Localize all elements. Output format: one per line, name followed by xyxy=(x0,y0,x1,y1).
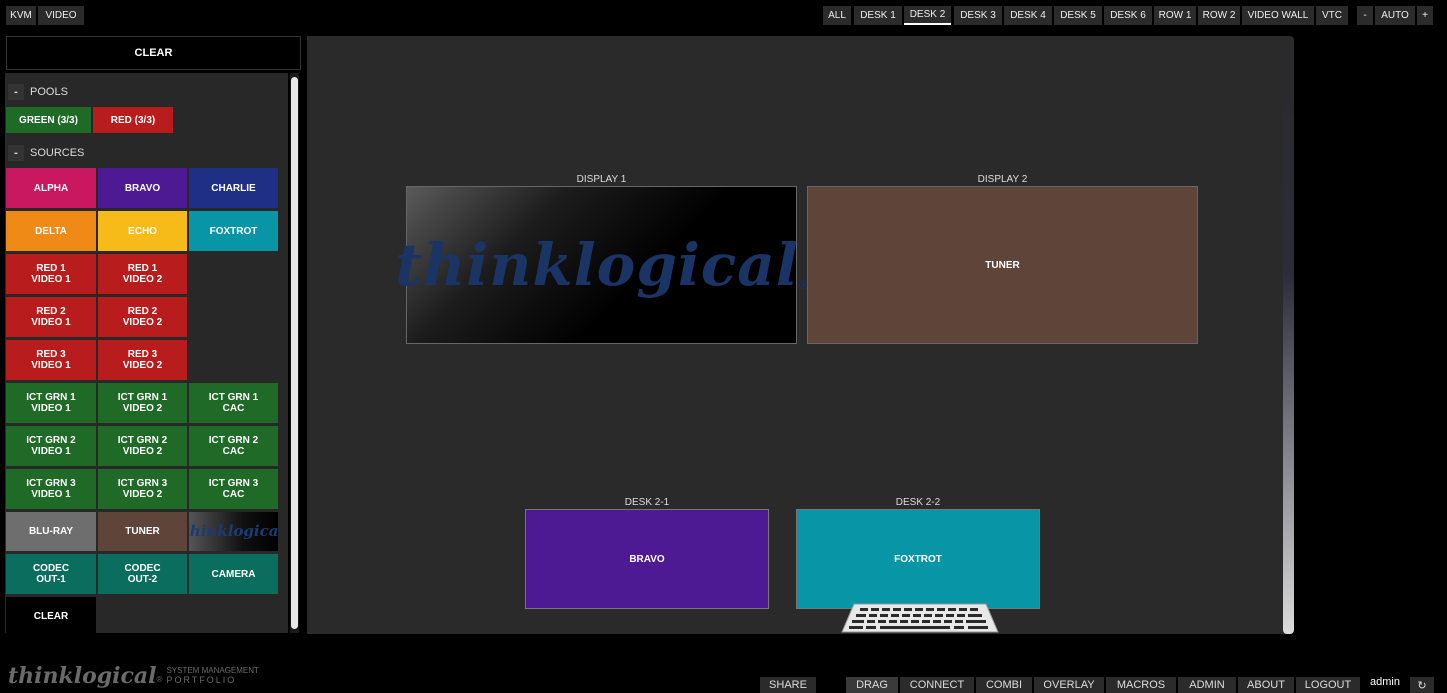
tab-desk-1[interactable]: DESK 1 xyxy=(854,6,902,25)
source-alpha[interactable]: ALPHA xyxy=(6,168,96,208)
source-thinklogical[interactable]: thinklogical xyxy=(189,512,278,551)
mode-combi-button[interactable]: COMBI xyxy=(976,677,1032,693)
tab-desk-3[interactable]: DESK 3 xyxy=(954,6,1002,25)
thinklogical-display-logo: thinklogical xyxy=(395,230,799,299)
tab-video-wall[interactable]: VIDEO WALL xyxy=(1242,6,1314,25)
collapse-sources-icon[interactable]: - xyxy=(8,145,24,161)
source-ict-grn-2-video-2[interactable]: ICT GRN 2 VIDEO 2 xyxy=(98,426,187,466)
tab-desk-6[interactable]: DESK 6 xyxy=(1104,6,1152,25)
source-codec-out-2[interactable]: CODEC OUT-2 xyxy=(98,554,187,594)
tab-row-1[interactable]: ROW 1 xyxy=(1154,6,1196,25)
display-1[interactable]: thinklogical ® xyxy=(395,186,808,344)
tab-all[interactable]: ALL xyxy=(823,6,851,25)
canvas-scrollbar[interactable] xyxy=(1283,36,1294,634)
display-1-label: DISPLAY 1 xyxy=(576,174,627,185)
tab-desk-5[interactable]: DESK 5 xyxy=(1054,6,1102,25)
sources-label: SOURCES xyxy=(30,147,85,159)
brand-subtitle: SYSTEM MANAGEMENT PORTFOLIO xyxy=(166,666,258,685)
source-red-1-video-1[interactable]: RED 1 VIDEO 1 xyxy=(6,254,96,294)
zoom-level: AUTO xyxy=(1375,6,1415,25)
source-red-2-video-1[interactable]: RED 2 VIDEO 1 xyxy=(6,297,96,337)
clear-all-button[interactable]: CLEAR xyxy=(6,36,301,70)
desk-2-2-display[interactable]: FOXTROT xyxy=(796,509,1040,609)
source-ict-grn-3-cac[interactable]: ICT GRN 3 CAC xyxy=(189,469,278,509)
source-ict-grn-3-video-2[interactable]: ICT GRN 3 VIDEO 2 xyxy=(98,469,187,509)
sidebar-scrollbar-thumb[interactable] xyxy=(291,77,298,629)
logout-button[interactable]: LOGOUT xyxy=(1296,677,1360,693)
refresh-icon[interactable]: ↻ xyxy=(1410,677,1434,693)
pools-label: POOLS xyxy=(30,86,68,98)
brand-registered: ® xyxy=(156,675,163,684)
mode-macros-button[interactable]: MACROS xyxy=(1106,677,1176,693)
brand-logo: thinklogical ® SYSTEM MANAGEMENT PORTFOL… xyxy=(8,664,259,688)
display-2[interactable]: TUNER xyxy=(807,186,1198,344)
pools-header[interactable]: - POOLS xyxy=(8,84,68,100)
current-user: admin xyxy=(1370,676,1400,688)
source-delta[interactable]: DELTA xyxy=(6,211,96,251)
source-tuner[interactable]: TUNER xyxy=(98,512,187,551)
tab-row-2[interactable]: ROW 2 xyxy=(1198,6,1240,25)
brand-wordmark: thinklogical xyxy=(8,663,157,689)
tab-video[interactable]: VIDEO xyxy=(38,6,84,25)
source-charlie[interactable]: CHARLIE xyxy=(189,168,278,208)
brand-sub-1: SYSTEM MANAGEMENT xyxy=(166,666,259,675)
source-ict-grn-1-video-1[interactable]: ICT GRN 1 VIDEO 1 xyxy=(6,383,96,423)
zoom-in-button[interactable]: + xyxy=(1417,6,1433,25)
sidebar-scrollbar-track[interactable] xyxy=(290,73,299,633)
tab-vtc[interactable]: VTC xyxy=(1316,6,1348,25)
desk-2-1-label: DESK 2-1 xyxy=(624,497,670,508)
pool-green[interactable]: GREEN (3/3) xyxy=(6,107,91,133)
pool-red[interactable]: RED (3/3) xyxy=(93,107,173,133)
keyboard-icon[interactable] xyxy=(840,603,1000,633)
mode-about-button[interactable]: ABOUT xyxy=(1238,677,1294,693)
source-foxtrot[interactable]: FOXTROT xyxy=(189,211,278,251)
source-ict-grn-2-cac[interactable]: ICT GRN 2 CAC xyxy=(189,426,278,466)
source-red-3-video-2[interactable]: RED 3 VIDEO 2 xyxy=(98,340,187,380)
source-ict-grn-1-cac[interactable]: ICT GRN 1 CAC xyxy=(189,383,278,423)
source-ict-grn-1-video-2[interactable]: ICT GRN 1 VIDEO 2 xyxy=(98,383,187,423)
source-red-1-video-2[interactable]: RED 1 VIDEO 2 xyxy=(98,254,187,294)
mode-drag-button[interactable]: DRAG xyxy=(846,677,898,693)
source-blu-ray[interactable]: BLU-RAY xyxy=(6,512,96,551)
source-camera[interactable]: CAMERA xyxy=(189,554,278,594)
mode-connect-button[interactable]: CONNECT xyxy=(900,677,974,693)
desk-2-2-label: DESK 2-2 xyxy=(895,497,941,508)
tab-kvm[interactable]: KVM xyxy=(6,6,36,25)
source-ict-grn-2-video-1[interactable]: ICT GRN 2 VIDEO 1 xyxy=(6,426,96,466)
desk-2-1-display[interactable]: BRAVO xyxy=(525,509,769,609)
sources-header[interactable]: - SOURCES xyxy=(8,145,84,161)
mode-overlay-button[interactable]: OVERLAY xyxy=(1034,677,1104,693)
source-codec-out-1[interactable]: CODEC OUT-1 xyxy=(6,554,96,594)
source-echo[interactable]: ECHO xyxy=(98,211,187,251)
brand-sub-2: PORTFOLIO xyxy=(166,675,237,685)
mode-admin-button[interactable]: ADMIN xyxy=(1178,677,1236,693)
source-ict-grn-3-video-1[interactable]: ICT GRN 3 VIDEO 1 xyxy=(6,469,96,509)
display-2-label: DISPLAY 2 xyxy=(977,174,1028,185)
source-clear[interactable]: CLEAR xyxy=(6,597,96,635)
collapse-pools-icon[interactable]: - xyxy=(8,84,24,100)
source-bravo[interactable]: BRAVO xyxy=(98,168,187,208)
tab-desk-4[interactable]: DESK 4 xyxy=(1004,6,1052,25)
thinklogical-source-logo: thinklogical xyxy=(189,522,278,540)
tab-desk-2[interactable]: DESK 2 xyxy=(904,6,951,25)
zoom-out-button[interactable]: - xyxy=(1357,6,1373,25)
share-button[interactable]: SHARE xyxy=(760,677,816,693)
source-red-3-video-1[interactable]: RED 3 VIDEO 1 xyxy=(6,340,96,380)
source-red-2-video-2[interactable]: RED 2 VIDEO 2 xyxy=(98,297,187,337)
